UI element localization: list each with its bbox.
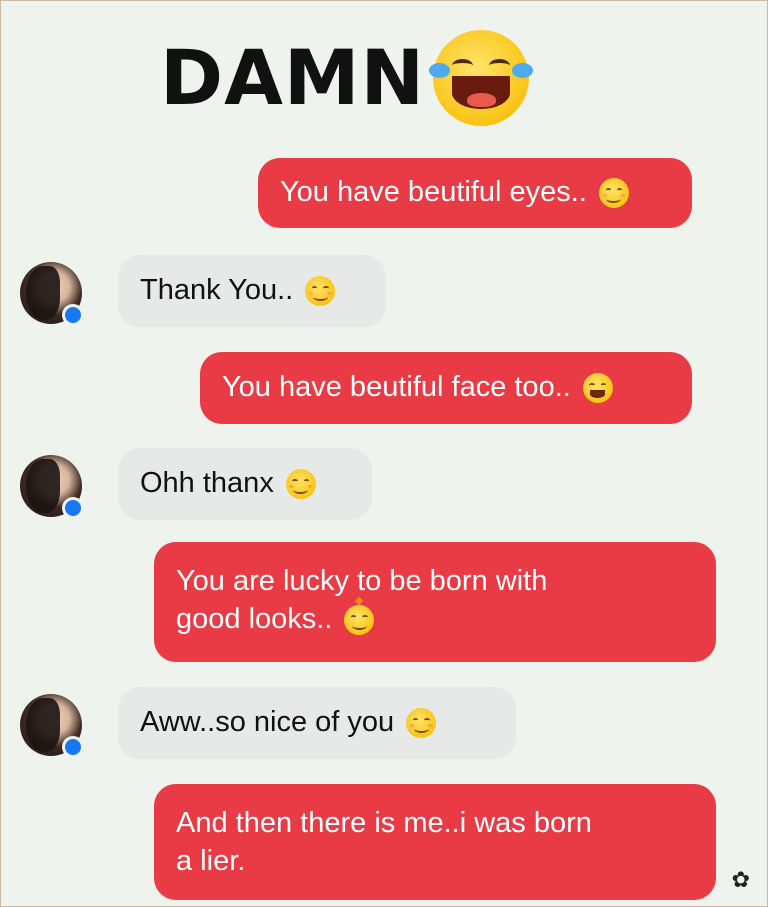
avatar[interactable] bbox=[20, 455, 84, 519]
message-text: You have beutiful face too.. bbox=[222, 371, 571, 403]
image-frame bbox=[0, 0, 768, 907]
laughing-tears-icon bbox=[429, 30, 533, 126]
message-text: Aww..so nice of you bbox=[140, 706, 395, 738]
message-text: You have beutiful eyes.. bbox=[280, 176, 587, 208]
message-text-line-2: a lier. bbox=[176, 845, 246, 877]
received-message-1: Thank You.. bbox=[118, 255, 386, 327]
star-face-icon bbox=[344, 596, 375, 636]
received-message-3: Aww..so nice of you bbox=[118, 687, 516, 759]
smiling-face-icon bbox=[406, 708, 437, 739]
message-text: Ohh thanx bbox=[140, 467, 274, 499]
message-text: Thank You.. bbox=[140, 274, 294, 306]
received-message-2: Ohh thanx bbox=[118, 448, 372, 520]
message-text-line-1: And then there is me..i was born bbox=[176, 807, 592, 839]
sent-message-4: And then there is me..i was born a lier. bbox=[154, 784, 716, 900]
avatar[interactable] bbox=[20, 694, 84, 758]
grinning-face-icon bbox=[582, 373, 613, 404]
messenger-badge-icon bbox=[62, 497, 84, 519]
meme-title: DAMN bbox=[160, 30, 533, 126]
sent-message-1: You have beutiful eyes.. bbox=[258, 158, 692, 228]
messenger-badge-icon bbox=[62, 736, 84, 758]
sent-message-2: You have beutiful face too.. bbox=[200, 352, 692, 424]
message-text-line-2: good looks.. bbox=[176, 603, 333, 635]
smiling-face-icon bbox=[285, 469, 316, 500]
avatar[interactable] bbox=[20, 262, 84, 326]
smiling-face-icon bbox=[305, 276, 336, 307]
sent-message-3: You are lucky to be born with good looks… bbox=[154, 542, 716, 662]
message-text-line-1: You are lucky to be born with bbox=[176, 565, 548, 597]
smiling-face-icon bbox=[598, 178, 629, 209]
title-text: DAMN bbox=[160, 33, 426, 122]
messenger-badge-icon bbox=[62, 304, 84, 326]
watermark-logo-icon: ✿ bbox=[731, 867, 750, 892]
